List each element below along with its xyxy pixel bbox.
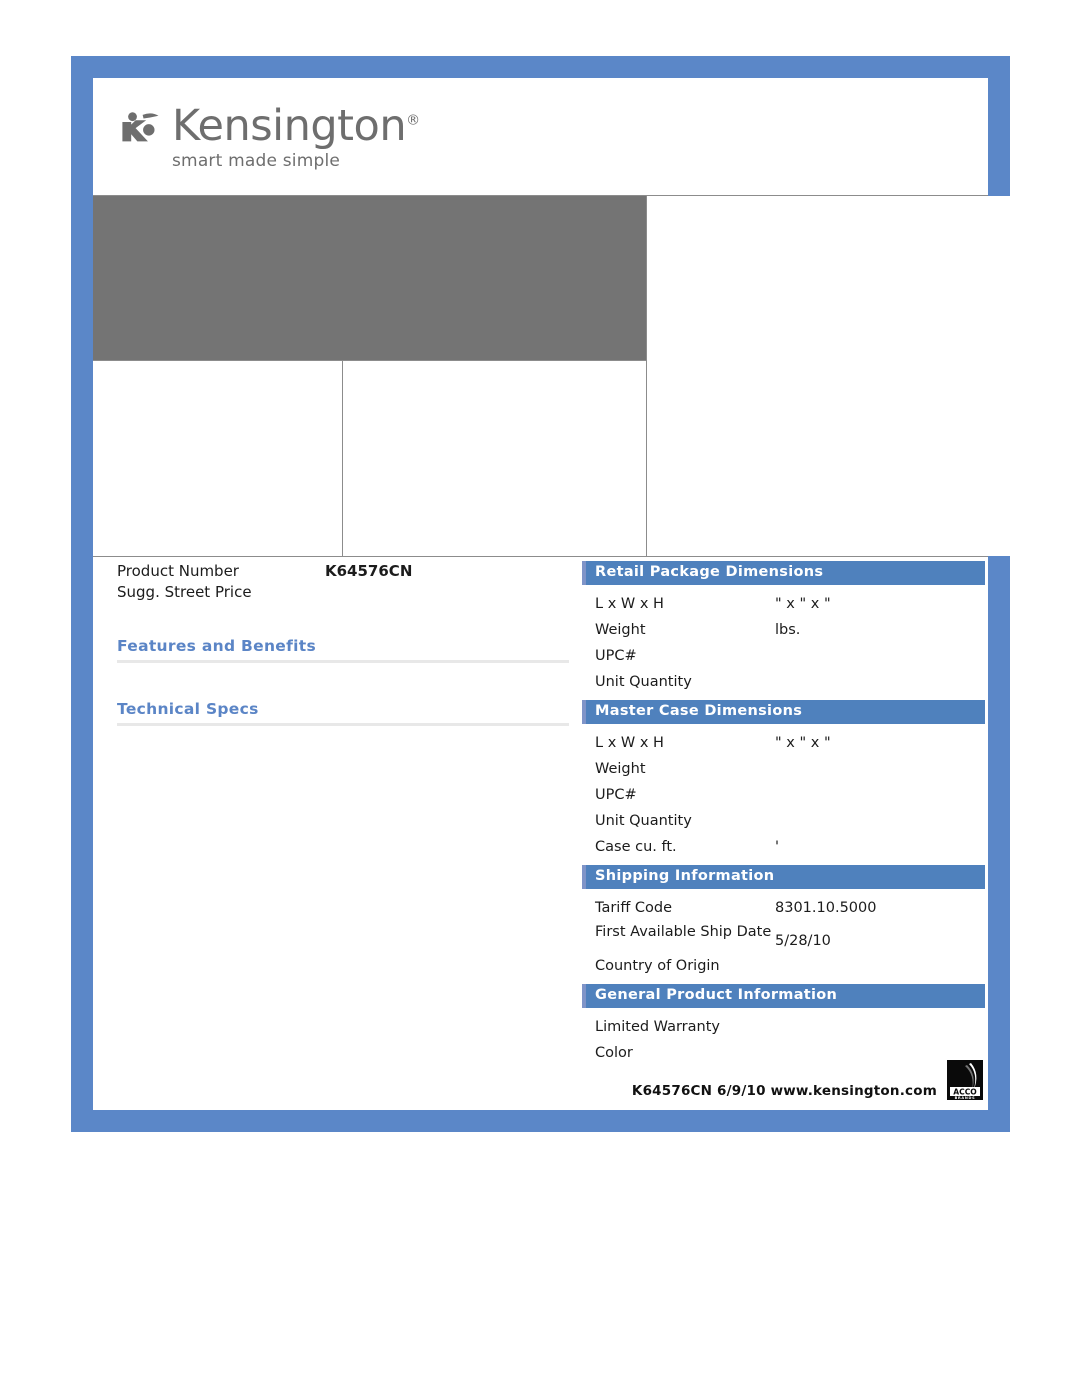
row-label: First Available Ship Date <box>595 924 772 940</box>
brand-name: Kensington® <box>172 103 420 149</box>
master-case-rows: L x W x H " x " x " Weight UPC# Unit Qua… <box>585 724 985 860</box>
row-value <box>775 674 985 691</box>
svg-text:ACCO: ACCO <box>953 1087 977 1096</box>
row-value <box>775 1019 985 1036</box>
product-number-label: Product Number <box>117 562 239 580</box>
spec-content: Product Number K64576CN Sugg. Street Pri… <box>93 561 988 1110</box>
row-value <box>775 648 985 665</box>
tech-specs-heading: Technical Specs <box>117 700 259 718</box>
right-column: Retail Package Dimensions L x W x H " x … <box>582 561 985 1066</box>
side-image-placeholder <box>646 196 1048 556</box>
table-row: Tariff Code 8301.10.5000 <box>585 895 985 921</box>
retail-package-section: Retail Package Dimensions L x W x H " x … <box>582 561 985 695</box>
brand-name-text: Kensington <box>172 101 407 151</box>
row-label: Weight <box>595 621 646 638</box>
blue-border-frame: Kensington® smart made simple Product Nu… <box>71 56 1048 1132</box>
table-row: Case cu. ft. ' <box>585 834 985 860</box>
master-case-header: Master Case Dimensions <box>582 700 985 724</box>
table-row: Limited Warranty <box>585 1014 985 1040</box>
row-value <box>775 761 985 778</box>
row-label: Unit Quantity <box>595 812 692 829</box>
footer-text: K64576CN 6/9/10 www.kensington.com <box>631 1083 937 1099</box>
registered-mark: ® <box>406 112 420 129</box>
footer: K64576CN 6/9/10 www.kensington.com ACCO … <box>585 1058 985 1102</box>
features-heading: Features and Benefits <box>117 637 317 655</box>
tech-specs-section: Technical Specs <box>117 700 569 726</box>
shipping-information-header: Shipping Information <box>582 865 985 889</box>
row-value <box>775 813 985 830</box>
thumb-image-placeholder-2 <box>342 360 646 556</box>
shipping-information-rows: Tariff Code 8301.10.5000 First Available… <box>585 889 985 979</box>
street-price-row: Sugg. Street Price <box>117 582 569 603</box>
tech-specs-divider <box>117 723 569 726</box>
row-value: ' <box>775 838 779 855</box>
hero-image-placeholder <box>93 196 646 360</box>
row-label: L x W x H <box>595 595 664 612</box>
retail-package-rows: L x W x H " x " x " Weight lbs. UPC# Uni… <box>585 585 985 695</box>
row-value: " x " x " <box>775 734 831 751</box>
street-price-label: Sugg. Street Price <box>117 583 252 601</box>
row-value: 8301.10.5000 <box>775 899 877 916</box>
row-value <box>775 958 985 975</box>
row-label: Weight <box>595 760 646 777</box>
row-label: Unit Quantity <box>595 673 692 690</box>
table-row: Country of Origin <box>585 953 985 979</box>
spec-sheet-page: Kensington® smart made simple Product Nu… <box>0 0 1080 1397</box>
kensington-logo: Kensington® smart made simple <box>118 103 420 171</box>
row-label: Limited Warranty <box>595 1018 720 1035</box>
features-section: Features and Benefits <box>117 637 569 663</box>
row-label: L x W x H <box>595 734 664 751</box>
brand-tagline: smart made simple <box>172 151 341 171</box>
row-value: lbs. <box>775 621 801 638</box>
features-divider <box>117 660 569 663</box>
svg-text:BRANDS: BRANDS <box>955 1096 976 1100</box>
table-row: UPC# <box>585 782 985 808</box>
table-row: L x W x H " x " x " <box>585 591 985 617</box>
table-row: Weight <box>585 756 985 782</box>
general-product-information-section: General Product Information Limited Warr… <box>582 984 985 1066</box>
table-row: UPC# <box>585 643 985 669</box>
shipping-information-section: Shipping Information Tariff Code 8301.10… <box>582 865 985 979</box>
row-label: UPC# <box>595 786 637 803</box>
row-value <box>775 787 985 804</box>
row-value: " x " x " <box>775 595 831 612</box>
product-image-grid <box>93 195 1048 557</box>
product-number-value: K64576CN <box>325 562 413 580</box>
brand-header: Kensington® smart made simple <box>93 78 988 195</box>
row-label: UPC# <box>595 647 637 664</box>
retail-package-header: Retail Package Dimensions <box>582 561 985 585</box>
row-label: Tariff Code <box>595 899 673 916</box>
general-product-information-header: General Product Information <box>582 984 985 1008</box>
row-label: Country of Origin <box>595 957 720 974</box>
table-row: First Available Ship Date 5/28/10 <box>585 921 985 953</box>
kensington-figure-icon <box>122 112 159 142</box>
row-label: Case cu. ft. <box>595 838 677 855</box>
product-number-row: Product Number K64576CN <box>117 561 569 582</box>
table-row: Unit Quantity <box>585 808 985 834</box>
acco-brands-logo: ACCO BRANDS <box>945 1058 985 1102</box>
row-value: 5/28/10 <box>775 933 831 949</box>
table-row: Unit Quantity <box>585 669 985 695</box>
left-column: Product Number K64576CN Sugg. Street Pri… <box>117 561 569 726</box>
thumb-image-placeholder-1 <box>93 360 342 556</box>
table-row: L x W x H " x " x " <box>585 730 985 756</box>
table-row: Weight lbs. <box>585 617 985 643</box>
master-case-section: Master Case Dimensions L x W x H " x " x… <box>582 700 985 860</box>
sheet-body: Kensington® smart made simple Product Nu… <box>93 78 1048 1110</box>
